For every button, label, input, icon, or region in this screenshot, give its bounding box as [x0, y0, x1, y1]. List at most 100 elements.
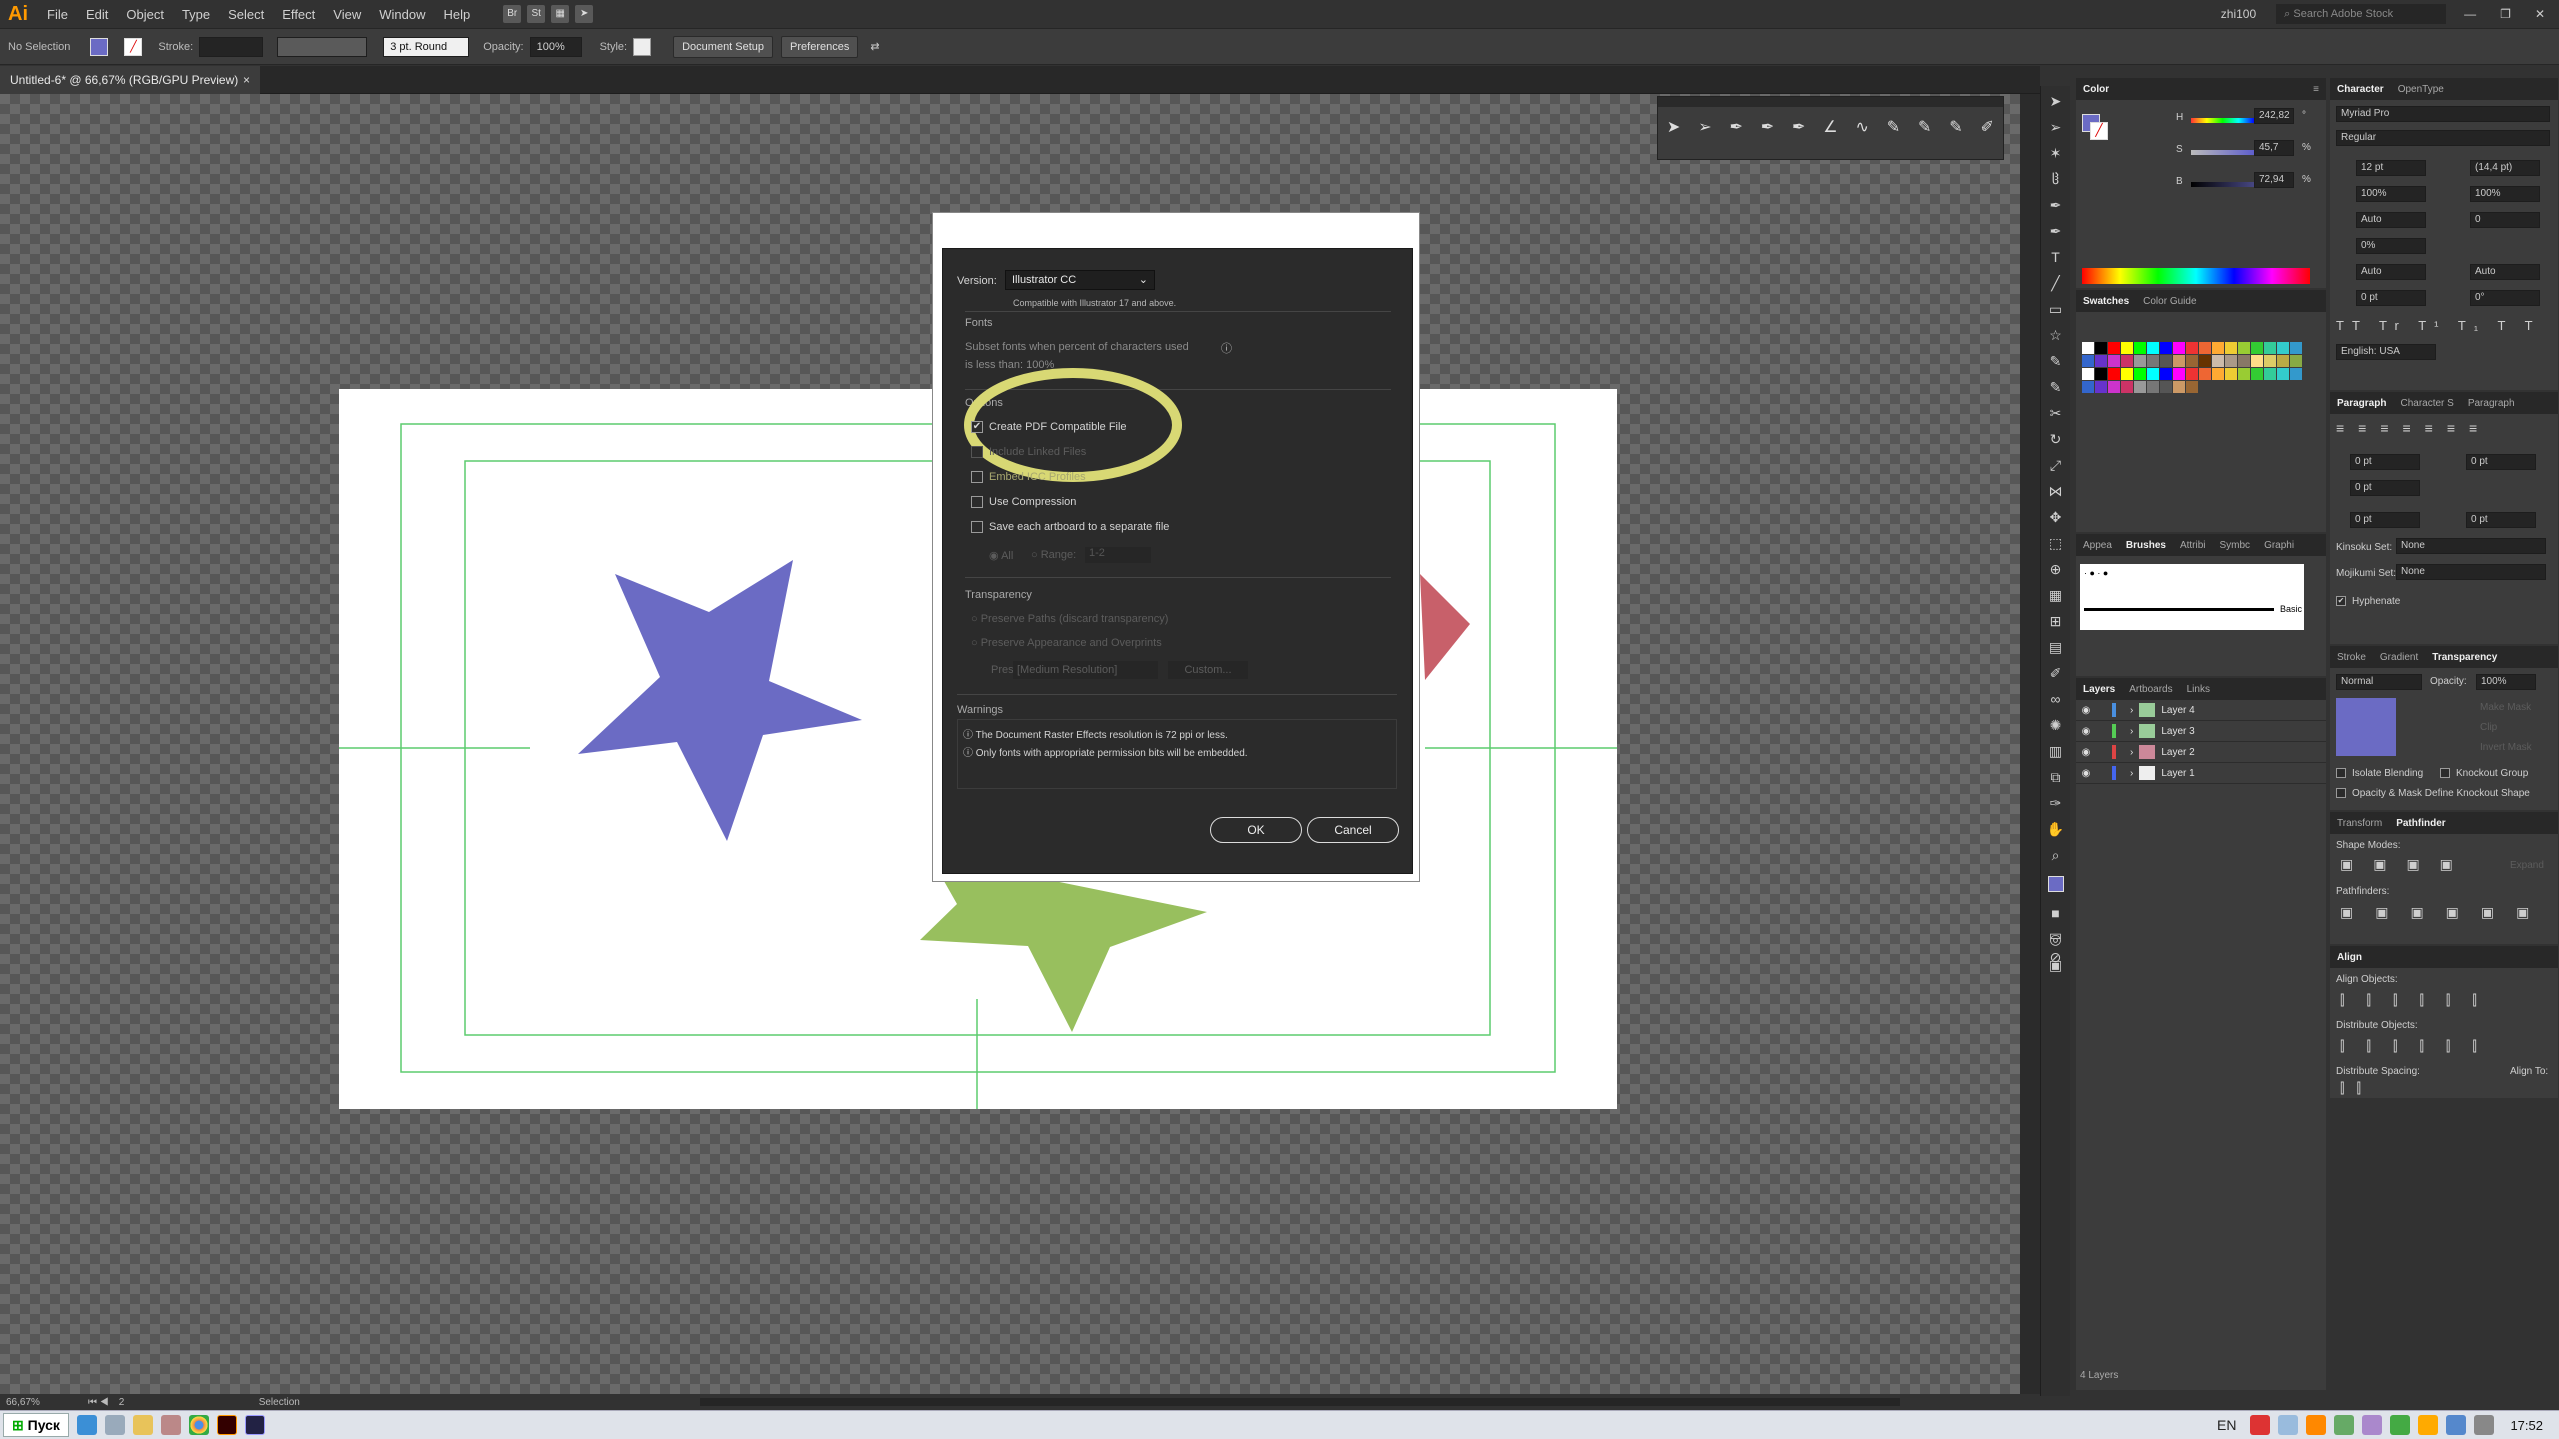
color-swatch[interactable]: [2121, 368, 2133, 380]
visibility-eye-icon[interactable]: ◉: [2076, 768, 2096, 779]
width-tool-icon[interactable]: ⋈: [2045, 480, 2067, 502]
color-swatch[interactable]: [2108, 381, 2120, 393]
color-swatch[interactable]: [2212, 355, 2224, 367]
left-indent-field[interactable]: 0 pt: [2350, 454, 2420, 470]
menu-window[interactable]: Window: [370, 7, 434, 22]
layer-row[interactable]: ◉ › Layer 3: [2076, 721, 2326, 742]
start-button[interactable]: ⊞ Пуск: [3, 1413, 69, 1437]
free-transform-tool-icon[interactable]: ⬚: [2045, 532, 2067, 554]
mojikumi-select[interactable]: None: [2396, 564, 2546, 580]
direct-selection-tool-icon[interactable]: ➢: [2045, 116, 2067, 138]
align-tab[interactable]: Align: [2330, 952, 2369, 963]
menu-select[interactable]: Select: [219, 7, 273, 22]
color-swatch[interactable]: [2173, 342, 2185, 354]
color-swatch[interactable]: [2251, 355, 2263, 367]
tray-icon[interactable]: [2334, 1415, 2355, 1435]
text-style-buttons[interactable]: TT Tr T¹ T₁ T T: [2336, 318, 2541, 333]
tray-icon[interactable]: [2306, 1415, 2327, 1435]
color-swatch[interactable]: [2290, 342, 2302, 354]
tray-icon[interactable]: [2362, 1415, 2383, 1435]
stock-button[interactable]: St: [527, 5, 546, 23]
document-tab[interactable]: Untitled-6* @ 66,67% (RGB/GPU Preview) ×: [0, 66, 260, 94]
color-swatch[interactable]: [2199, 342, 2211, 354]
tray-icon[interactable]: [2418, 1415, 2439, 1435]
character-rotation-field[interactable]: 0°: [2470, 290, 2540, 306]
eyedropper-tool-icon[interactable]: ✐: [2045, 662, 2067, 684]
curvature-tool-icon[interactable]: ✒: [2045, 220, 2067, 242]
color-swatch[interactable]: [2199, 368, 2211, 380]
restore-button[interactable]: ❐: [2500, 7, 2511, 21]
tracking-field[interactable]: 0: [2470, 212, 2540, 228]
color-swatch[interactable]: [2251, 368, 2263, 380]
right-indent-field[interactable]: 0 pt: [2466, 454, 2536, 470]
horizontal-scrollbar[interactable]: [699, 1398, 1900, 1406]
tray-icon[interactable]: [2390, 1415, 2411, 1435]
language-indicator[interactable]: EN: [2217, 1417, 2236, 1433]
artboard-number[interactable]: 2: [119, 1397, 159, 1408]
green-star-shape[interactable]: [920, 869, 1207, 1032]
visibility-eye-icon[interactable]: ◉: [2076, 726, 2096, 737]
color-swatch[interactable]: [2199, 355, 2211, 367]
color-swatch[interactable]: [2095, 355, 2107, 367]
font-size-field[interactable]: 12 pt: [2356, 160, 2426, 176]
color-swatch[interactable]: [2147, 355, 2159, 367]
delete-anchor-tool-icon[interactable]: ✒: [1792, 117, 1805, 137]
color-swatch[interactable]: [2186, 342, 2198, 354]
after-effects-taskbar-icon[interactable]: [244, 1415, 265, 1435]
layer-row[interactable]: ◉ › Layer 2: [2076, 742, 2326, 763]
color-swatch[interactable]: [2160, 342, 2172, 354]
kerning-field[interactable]: Auto: [2356, 212, 2426, 228]
stroke-tab[interactable]: Stroke: [2330, 652, 2373, 663]
color-swatch[interactable]: [2147, 381, 2159, 393]
illustrator-taskbar-icon[interactable]: [216, 1415, 237, 1435]
arrange-icon[interactable]: ⇄: [870, 40, 879, 53]
color-swatch[interactable]: [2277, 342, 2289, 354]
color-swatch[interactable]: [2238, 355, 2250, 367]
pen-tool-icon[interactable]: ✒: [2045, 194, 2067, 216]
color-swatch[interactable]: [2134, 381, 2146, 393]
gradient-tab[interactable]: Gradient: [2373, 652, 2425, 663]
color-swatch[interactable]: [2134, 368, 2146, 380]
color-swatch[interactable]: [2095, 342, 2107, 354]
tray-icon[interactable]: [2446, 1415, 2467, 1435]
star-tool-icon[interactable]: ☆: [2045, 324, 2067, 346]
basic-brush-stroke[interactable]: [2084, 608, 2274, 611]
color-swatch[interactable]: [2225, 368, 2237, 380]
stroke-swatch[interactable]: ╱: [2090, 122, 2108, 140]
artboards-tab[interactable]: Artboards: [2122, 684, 2179, 695]
user-menu[interactable]: zhi100: [2221, 7, 2256, 21]
character-tab[interactable]: Character: [2330, 84, 2391, 95]
horizontal-scale-field[interactable]: 100%: [2470, 186, 2540, 202]
leading-field[interactable]: (14,4 pt): [2470, 160, 2540, 176]
color-swatch[interactable]: [2212, 342, 2224, 354]
opentype-tab[interactable]: OpenType: [2391, 84, 2451, 95]
tsume-field[interactable]: 0%: [2356, 238, 2426, 254]
color-swatch[interactable]: [2160, 368, 2172, 380]
symbol-sprayer-tool-icon[interactable]: ✺: [2045, 714, 2067, 736]
menu-file[interactable]: File: [38, 7, 77, 22]
blue-star-shape[interactable]: [578, 560, 862, 841]
selection-tool-icon[interactable]: ➤: [1667, 117, 1680, 137]
panel-menu-icon[interactable]: ≡: [2306, 84, 2326, 95]
menu-edit[interactable]: Edit: [77, 7, 117, 22]
symbols-tab[interactable]: Symbc: [2213, 540, 2258, 551]
media-icon[interactable]: [160, 1415, 181, 1435]
color-swatch[interactable]: [2121, 342, 2133, 354]
align-object-buttons[interactable]: ⫿⫿⫿⫿⫿⫿: [2340, 992, 2499, 1009]
swatches-tab[interactable]: Swatches: [2076, 296, 2136, 307]
menu-object[interactable]: Object: [117, 7, 173, 22]
color-swatch[interactable]: [2082, 355, 2094, 367]
shaper-tool-icon[interactable]: ✎: [2045, 376, 2067, 398]
aki-right-field[interactable]: Auto: [2470, 264, 2540, 280]
stock-search-input[interactable]: ⌕ Search Adobe Stock: [2276, 4, 2447, 24]
pathfinder-buttons[interactable]: ▣▣▣▣▣▣: [2340, 904, 2551, 921]
color-swatch[interactable]: [2160, 381, 2172, 393]
rotate-tool-icon[interactable]: ↻: [2045, 428, 2067, 450]
shape-builder-tool-icon[interactable]: ⊕: [2045, 558, 2067, 580]
color-swatch[interactable]: [2121, 355, 2133, 367]
color-swatch[interactable]: [2277, 355, 2289, 367]
fill-swatch[interactable]: [90, 37, 109, 56]
explorer-icon[interactable]: [132, 1415, 153, 1435]
color-swatch[interactable]: [2108, 355, 2120, 367]
color-swatch[interactable]: [2095, 381, 2107, 393]
